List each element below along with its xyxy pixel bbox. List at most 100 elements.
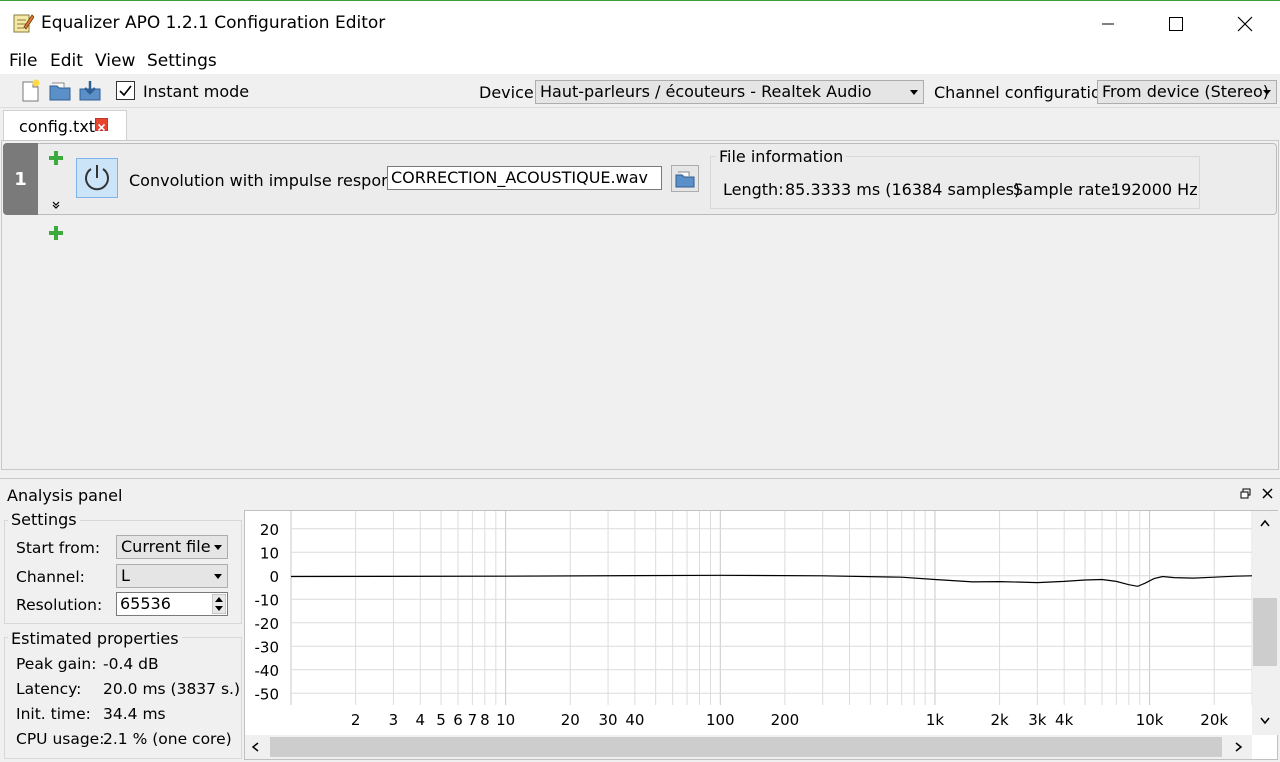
window-title: Equalizer APO 1.2.1 Configuration Editor <box>41 13 386 33</box>
analysis-panel-header: Analysis panel <box>0 478 1280 508</box>
channel-config-select[interactable]: From device (Stereo) <box>1097 80 1277 104</box>
open-folder-icon <box>675 171 695 188</box>
checkmark-icon <box>119 85 132 97</box>
sample-rate-value: 192000 Hz <box>1111 180 1198 199</box>
channel-config-value: From device (Stereo) <box>1102 82 1269 101</box>
open-folder-icon[interactable] <box>48 79 72 103</box>
y-tick-label: 10 <box>260 544 279 562</box>
x-tick-label: 30 <box>599 711 618 729</box>
scroll-right-icon[interactable] <box>1234 741 1244 753</box>
sample-rate-label: Sample rate: <box>1013 180 1116 199</box>
cpu-usage-value: 2.1 % (one core) <box>103 730 232 748</box>
x-tick-label: 3 <box>389 711 399 729</box>
settings-title: Settings <box>8 510 80 529</box>
vertical-scroll-thumb[interactable] <box>1253 598 1277 666</box>
peak-gain-value: -0.4 dB <box>103 655 159 673</box>
browse-file-button[interactable] <box>671 165 699 192</box>
minimize-button[interactable] <box>1073 1 1143 47</box>
tab-label: config.txt <box>19 117 96 136</box>
x-tick-label: 1k <box>926 711 945 729</box>
latency-label: Latency: <box>16 680 82 698</box>
channel-label: Channel: <box>16 568 85 586</box>
x-tick-label: 10k <box>1136 711 1164 729</box>
maximize-icon <box>1169 17 1183 31</box>
close-panel-icon[interactable] <box>1262 488 1273 499</box>
channel-value: L <box>121 566 130 585</box>
resolution-label: Resolution: <box>16 596 103 614</box>
menu-view[interactable]: View <box>95 51 135 71</box>
tab-config-file[interactable]: config.txt <box>3 110 127 141</box>
x-tick-label: 2 <box>351 711 361 729</box>
y-tick-label: -40 <box>255 662 280 680</box>
add-filter-above-icon[interactable] <box>49 151 63 165</box>
menu-file[interactable]: File <box>9 51 37 71</box>
expand-chevron-icon[interactable] <box>51 200 61 210</box>
resolution-spinbox[interactable]: 65536 <box>116 592 228 616</box>
x-tick-label: 3k <box>1028 711 1047 729</box>
x-tick-label: 40 <box>625 711 644 729</box>
horizontal-scroll-thumb[interactable] <box>270 737 1222 757</box>
init-time-value: 34.4 ms <box>103 705 166 723</box>
x-tick-label: 7 <box>468 711 478 729</box>
resolution-value: 65536 <box>120 594 171 613</box>
y-tick-label: -30 <box>255 638 280 656</box>
scroll-left-icon[interactable] <box>250 741 260 753</box>
peak-gain-label: Peak gain: <box>16 655 97 673</box>
spin-arrows-icon[interactable] <box>212 594 226 614</box>
chevron-down-icon <box>910 90 918 95</box>
x-tick-label: 10 <box>496 711 515 729</box>
scroll-up-icon[interactable] <box>1259 518 1271 528</box>
x-tick-label: 4k <box>1055 711 1074 729</box>
y-tick-label: 0 <box>269 568 279 586</box>
estimated-properties-title: Estimated properties <box>8 629 182 648</box>
convolution-label: Convolution with impulse response: <box>129 171 415 190</box>
close-icon <box>1237 16 1253 32</box>
start-from-value: Current file <box>121 537 211 556</box>
start-from-label: Start from: <box>16 539 101 557</box>
add-filter-icon[interactable] <box>49 226 63 240</box>
x-tick-label: 4 <box>415 711 425 729</box>
new-file-icon[interactable] <box>18 79 42 103</box>
length-value: 85.3333 ms (16384 samples) <box>785 180 1021 199</box>
length-label: Length: <box>723 180 784 199</box>
channel-select[interactable]: L <box>116 564 228 588</box>
instant-mode-label: Instant mode <box>143 82 250 101</box>
impulse-file-input[interactable]: CORRECTION_ACOUSTIQUE.wav <box>387 166 662 190</box>
chevron-down-icon <box>214 574 222 579</box>
minimize-icon <box>1102 23 1114 25</box>
y-tick-label: -10 <box>255 591 280 609</box>
x-tick-label: 5 <box>436 711 446 729</box>
start-from-select[interactable]: Current file <box>116 535 228 559</box>
notepad-pencil-icon <box>13 14 34 33</box>
maximize-button[interactable] <box>1141 1 1211 47</box>
analysis-panel-title: Analysis panel <box>7 486 123 505</box>
save-icon[interactable] <box>78 79 102 103</box>
frequency-response-chart[interactable]: 20100-10-20-30-40-502 3 4 5 6 7 8 10 20 30 40 100 20… <box>245 511 1252 735</box>
channel-config-label: Channel configuration: <box>934 83 1117 102</box>
y-tick-label: -20 <box>255 615 280 633</box>
x-tick-label: 200 <box>771 711 800 729</box>
title-bar: Equalizer APO 1.2.1 Configuration Editor <box>0 0 1280 46</box>
filter-power-button[interactable] <box>76 158 118 198</box>
undock-icon[interactable] <box>1240 488 1251 499</box>
menu-edit[interactable]: Edit <box>50 51 83 71</box>
chevron-down-icon <box>214 545 222 550</box>
y-tick-label: 20 <box>260 521 279 539</box>
menu-settings[interactable]: Settings <box>147 51 217 71</box>
x-tick-label: 20k <box>1200 711 1228 729</box>
device-select[interactable]: Haut-parleurs / écouteurs - Realtek Audi… <box>535 80 924 104</box>
scroll-down-icon[interactable] <box>1259 716 1271 726</box>
power-icon <box>85 165 109 191</box>
file-information-title: File information <box>716 147 847 166</box>
response-curve <box>290 574 1252 587</box>
tab-close-icon[interactable] <box>95 118 108 132</box>
close-button[interactable] <box>1210 1 1280 47</box>
instant-mode-checkbox[interactable] <box>116 81 135 100</box>
init-time-label: Init. time: <box>16 705 91 723</box>
x-tick-label: 2k <box>990 711 1009 729</box>
x-tick-label: 6 <box>453 711 463 729</box>
filter-row-index[interactable]: 1 <box>3 143 38 215</box>
x-tick-label: 8 <box>480 711 490 729</box>
device-select-value: Haut-parleurs / écouteurs - Realtek Audi… <box>540 82 872 101</box>
device-label: Device: <box>479 83 540 102</box>
